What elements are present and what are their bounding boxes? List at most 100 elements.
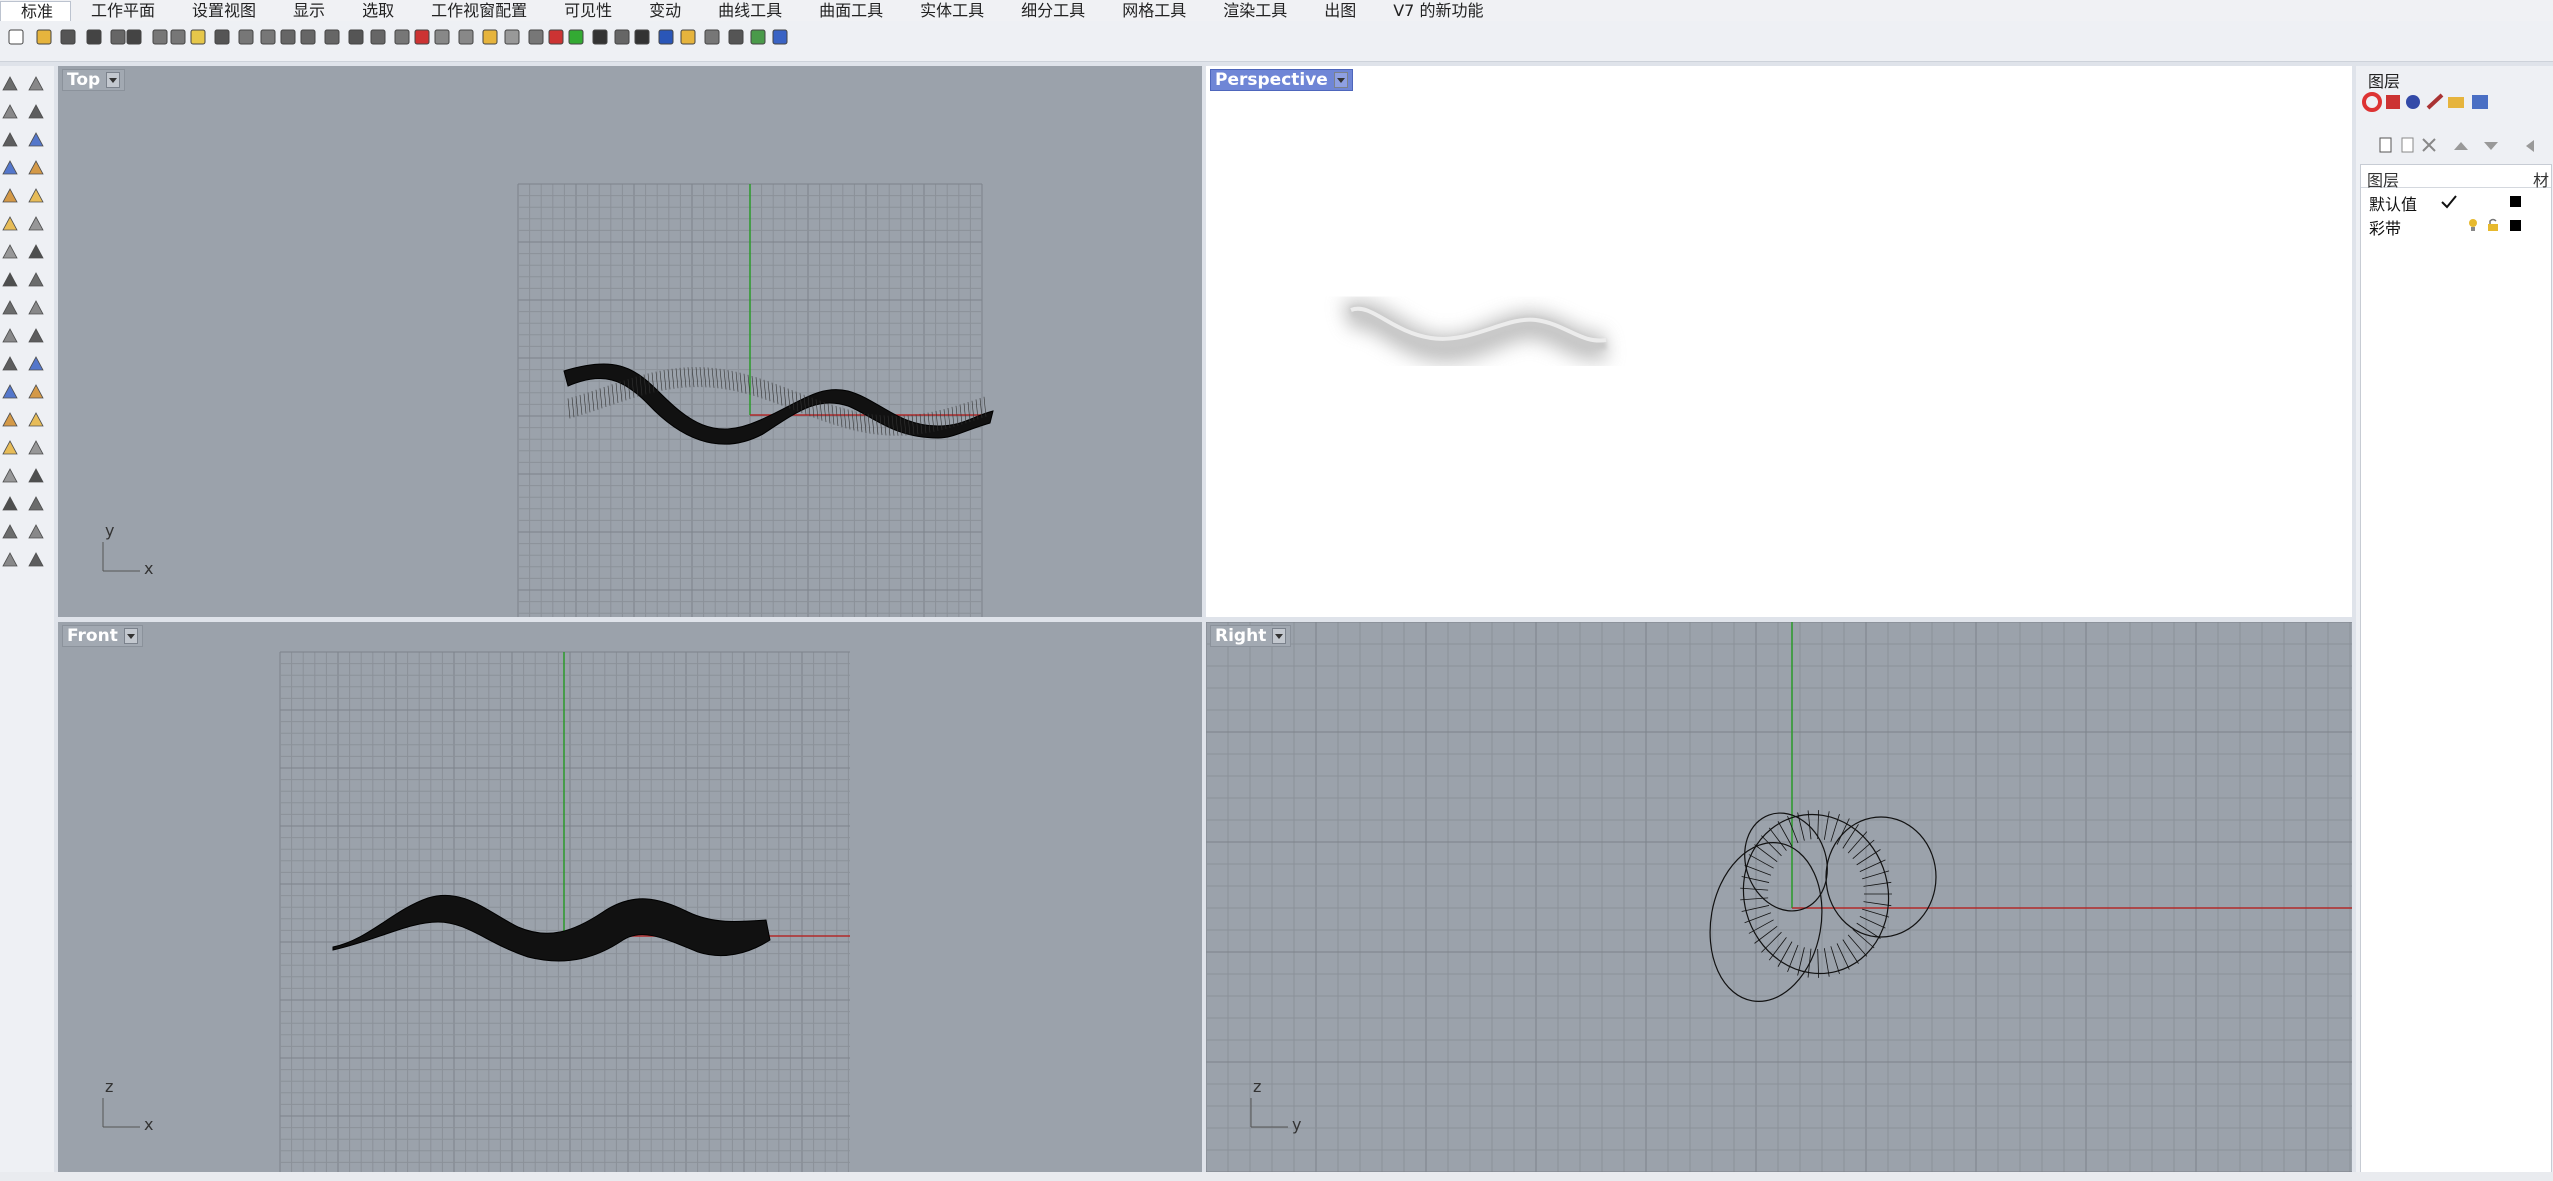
- menu-tab[interactable]: 工作视窗配置: [411, 0, 544, 21]
- tool-icon[interactable]: [0, 522, 20, 542]
- toolbar-icon[interactable]: [236, 27, 256, 47]
- toolbar-icon[interactable]: [322, 27, 342, 47]
- toolbar-icon[interactable]: [590, 27, 610, 47]
- chevron-down-icon[interactable]: [106, 72, 121, 88]
- lightbulb-icon[interactable]: [2467, 218, 2479, 232]
- toolbar-icon[interactable]: [726, 27, 746, 47]
- tool-icon[interactable]: [0, 410, 20, 430]
- tool-icon[interactable]: [0, 494, 20, 514]
- viewport-top[interactable]: y x Top: [58, 66, 1202, 617]
- toolbar-icon[interactable]: [480, 27, 500, 47]
- toolbar-icon[interactable]: [456, 27, 476, 47]
- tool-icon[interactable]: [26, 410, 46, 430]
- tool-icon[interactable]: [0, 382, 20, 402]
- toolbar-icon[interactable]: [432, 27, 452, 47]
- tool-icon[interactable]: [26, 130, 46, 150]
- tool-icon[interactable]: [0, 354, 20, 374]
- viewport-front[interactable]: z x Front: [58, 622, 1202, 1172]
- toolbar-icon[interactable]: [58, 27, 78, 47]
- menu-tab[interactable]: 标准: [0, 0, 72, 21]
- toolbar-icon[interactable]: [278, 27, 298, 47]
- tool-icon[interactable]: [26, 214, 46, 234]
- tool-icon[interactable]: [26, 242, 46, 262]
- toolbar-icon[interactable]: [678, 27, 698, 47]
- toolbar-icon[interactable]: [34, 27, 54, 47]
- toolbar-icon[interactable]: [632, 27, 652, 47]
- menu-tab[interactable]: 细分工具: [1001, 0, 1102, 21]
- tool-icon[interactable]: [26, 354, 46, 374]
- toolbar-icon[interactable]: [770, 27, 790, 47]
- viewport-title-perspective[interactable]: Perspective: [1210, 69, 1353, 91]
- chevron-down-icon[interactable]: [1333, 72, 1348, 88]
- layer-color-swatch[interactable]: [2510, 196, 2521, 207]
- toolbar-icon[interactable]: [6, 27, 26, 47]
- toolbar-icon[interactable]: [392, 27, 412, 47]
- menu-tab[interactable]: 曲线工具: [698, 0, 799, 21]
- toolbar-icon[interactable]: [124, 27, 144, 47]
- toolbar-icon[interactable]: [612, 27, 632, 47]
- tool-icon[interactable]: [0, 130, 20, 150]
- toolbar-icon[interactable]: [84, 27, 104, 47]
- toolbar-icon[interactable]: [656, 27, 676, 47]
- menu-tab[interactable]: 渲染工具: [1203, 0, 1304, 21]
- layer-row-default[interactable]: 默认值: [2361, 189, 2551, 214]
- tool-icon[interactable]: [0, 158, 20, 178]
- ribbon-wireframe[interactable]: [332, 894, 771, 962]
- tool-icon[interactable]: [0, 326, 20, 346]
- tool-icon[interactable]: [26, 550, 46, 570]
- lock-icon[interactable]: [2487, 218, 2499, 232]
- tool-icon[interactable]: [0, 102, 20, 122]
- menu-tab[interactable]: 网格工具: [1102, 0, 1203, 21]
- menu-tab[interactable]: V7 的新功能: [1373, 0, 1500, 21]
- tool-icon[interactable]: [0, 550, 20, 570]
- toolbar-icon[interactable]: [566, 27, 586, 47]
- toolbar-icon[interactable]: [298, 27, 318, 47]
- toolbar-icon[interactable]: [412, 27, 432, 47]
- viewport-title-front[interactable]: Front: [62, 625, 143, 647]
- toolbar-icon[interactable]: [168, 27, 188, 47]
- tool-icon[interactable]: [0, 438, 20, 458]
- toolbar-icon[interactable]: [526, 27, 546, 47]
- tool-icon[interactable]: [0, 298, 20, 318]
- toolbar-icon[interactable]: [188, 27, 208, 47]
- tool-icon[interactable]: [26, 158, 46, 178]
- toolbar-icon[interactable]: [748, 27, 768, 47]
- tool-icon[interactable]: [0, 270, 20, 290]
- menu-tab[interactable]: 显示: [273, 0, 342, 21]
- chevron-down-icon[interactable]: [1272, 628, 1287, 644]
- tool-icon[interactable]: [26, 102, 46, 122]
- toolbar-icon[interactable]: [546, 27, 566, 47]
- tool-icon[interactable]: [26, 382, 46, 402]
- viewport-right[interactable]: z y Right: [1206, 622, 2352, 1172]
- viewport-perspective[interactable]: Perspective: [1206, 66, 2352, 617]
- tool-icon[interactable]: [0, 214, 20, 234]
- tool-icon[interactable]: [26, 522, 46, 542]
- chevron-down-icon[interactable]: [123, 628, 138, 644]
- toolbar-icon[interactable]: [702, 27, 722, 47]
- tool-icon[interactable]: [0, 242, 20, 262]
- toolbar-icon[interactable]: [212, 27, 232, 47]
- menu-tab[interactable]: 工作平面: [71, 0, 172, 21]
- toolbar-icon[interactable]: [502, 27, 522, 47]
- tool-icon[interactable]: [26, 74, 46, 94]
- layer-row-ribbon[interactable]: 彩带: [2361, 213, 2551, 238]
- menu-tab[interactable]: 选取: [342, 0, 411, 21]
- menu-tab[interactable]: 设置视图: [172, 0, 273, 21]
- tool-icon[interactable]: [0, 466, 20, 486]
- menu-tab[interactable]: 变动: [629, 0, 698, 21]
- tool-icon[interactable]: [26, 298, 46, 318]
- tool-icon[interactable]: [26, 326, 46, 346]
- menu-tab[interactable]: 可见性: [544, 0, 629, 21]
- toolbar-icon[interactable]: [150, 27, 170, 47]
- viewport-title-right[interactable]: Right: [1210, 625, 1292, 647]
- tool-icon[interactable]: [26, 438, 46, 458]
- menu-tab[interactable]: 出图: [1304, 0, 1373, 21]
- menu-tab[interactable]: 实体工具: [900, 0, 1001, 21]
- tool-icon[interactable]: [26, 466, 46, 486]
- col-material[interactable]: 材: [2533, 167, 2549, 191]
- layer-color-swatch[interactable]: [2510, 220, 2521, 231]
- menu-tab[interactable]: 曲面工具: [799, 0, 900, 21]
- toolbar-icon[interactable]: [258, 27, 278, 47]
- tool-icon[interactable]: [26, 186, 46, 206]
- tool-icon[interactable]: [0, 186, 20, 206]
